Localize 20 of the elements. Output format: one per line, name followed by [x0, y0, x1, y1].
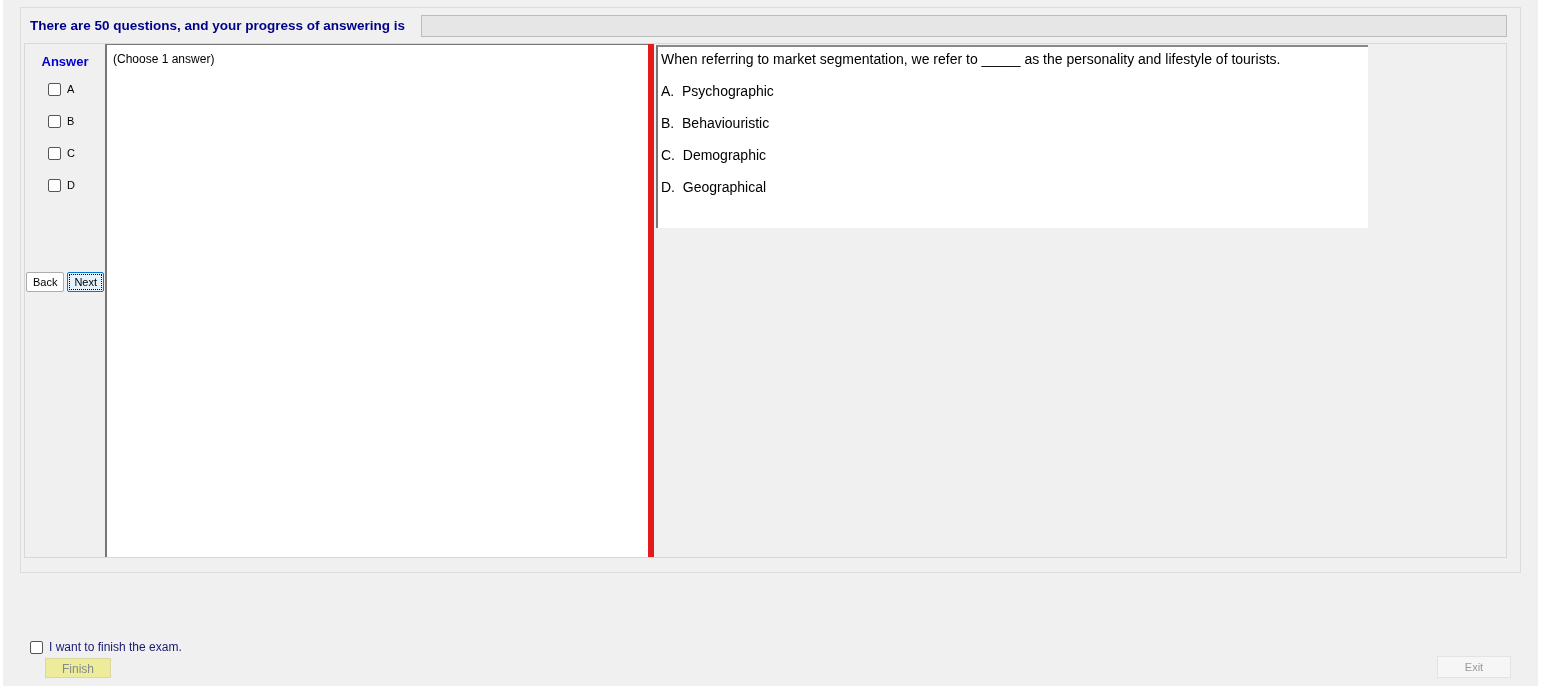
answer-heading: Answer [41, 53, 89, 71]
answer-checkbox[interactable] [48, 83, 61, 96]
answer-checkbox[interactable] [48, 179, 61, 192]
choice-text: C. Demographic [661, 146, 768, 165]
answer-checkbox[interactable] [48, 147, 61, 160]
next-button[interactable]: Next [67, 271, 105, 292]
instruction-text: (Choose 1 answer) [113, 52, 215, 66]
progress-label: There are 50 questions, and your progress of answering is [30, 16, 406, 35]
question-text: When referring to market segmentation, we refer to _____ as the personality and lifestyle of tourists. [661, 50, 1282, 69]
answer-checkbox[interactable] [48, 115, 61, 128]
option-label: B [67, 114, 75, 130]
option-label: D [67, 178, 75, 194]
choice-text: A. Psychographic [661, 82, 775, 101]
finish-label: I want to finish the exam. [49, 639, 182, 656]
option-label: C [67, 146, 75, 162]
finish-checkbox[interactable] [30, 640, 43, 654]
back-button[interactable]: Back [25, 271, 65, 292]
option-label: A [67, 82, 75, 98]
choice-text: D. Geographical [661, 178, 768, 197]
choice-text: B. Behaviouristic [661, 114, 771, 133]
